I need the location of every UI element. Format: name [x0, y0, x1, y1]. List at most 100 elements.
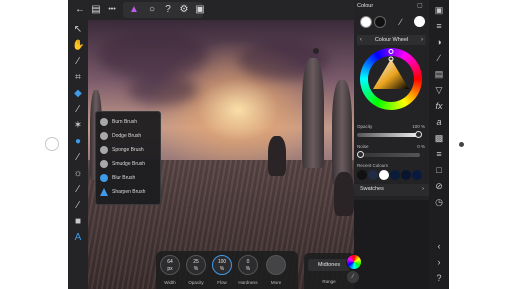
layout-icon[interactable]: ▣ — [194, 4, 206, 16]
hardness-label: Hardness — [238, 280, 258, 285]
chevron-right-icon: › — [422, 186, 424, 192]
current-colour-icon[interactable] — [414, 16, 425, 27]
affinity-persona-icon[interactable]: ▲ — [128, 4, 140, 16]
opacity-slider-handle[interactable] — [415, 131, 422, 138]
midtones-dropdown[interactable]: Midtones — [308, 259, 350, 271]
opacity-label: Opacity — [357, 124, 373, 129]
panel-title: Colour — [357, 3, 374, 9]
noise-slider-handle[interactable] — [357, 151, 364, 158]
recent-colour-swatch[interactable] — [368, 170, 378, 180]
camera-icon — [459, 142, 464, 147]
selection-brush-icon[interactable]: ∕ — [72, 56, 84, 68]
recent-colours — [357, 170, 426, 180]
back-icon[interactable]: ← — [74, 4, 86, 16]
brushes-icon[interactable]: ∕ — [433, 52, 445, 64]
colour-picker-icon[interactable]: ∕ — [72, 184, 84, 196]
adjustment-icon[interactable]: ◑ — [433, 36, 445, 48]
bird-silhouette — [313, 48, 319, 54]
noise-label: Noise — [357, 144, 369, 149]
text-icon[interactable]: A — [72, 232, 84, 244]
brush-studio-icon[interactable]: ▣ — [433, 4, 445, 16]
opacity-slider[interactable] — [357, 133, 420, 137]
flow-dial[interactable]: 100% — [212, 255, 232, 275]
context-toolbar: 64 px Width 25% Opacity 100% Flow 0% Hard… — [156, 251, 298, 289]
navigation-left-icon[interactable]: ‹ — [433, 240, 445, 252]
recent-colour-swatch[interactable] — [357, 170, 367, 180]
hardness-dial[interactable]: 0% — [238, 255, 258, 275]
brush-icon[interactable]: ∕ — [72, 104, 84, 116]
eyedropper-icon[interactable]: ∕ — [400, 16, 402, 28]
edit-icon[interactable]: ∕ — [347, 271, 359, 283]
shape-icon[interactable]: ■ — [72, 216, 84, 228]
help-icon[interactable]: ? — [433, 272, 445, 284]
navigator-icon[interactable]: ⊘ — [433, 180, 445, 192]
hand-icon[interactable]: ✋ — [72, 40, 84, 52]
more-icon[interactable]: ••• — [106, 4, 118, 16]
list-item[interactable]: Sponge Brush — [100, 144, 158, 156]
smudge-icon[interactable]: ☼ — [72, 168, 84, 180]
clone-icon[interactable]: ✶ — [72, 120, 84, 132]
text-style-icon[interactable]: a — [433, 116, 445, 128]
lasso-icon[interactable]: ○ — [146, 4, 158, 16]
home-button[interactable] — [45, 137, 59, 151]
blur-brush-icon — [100, 174, 108, 182]
layers-icon[interactable]: ≡ — [433, 20, 445, 32]
list-item[interactable]: Smudge Brush — [100, 158, 158, 170]
smudge-brush-icon — [100, 160, 108, 168]
list-item[interactable]: Sharpen Brush — [100, 186, 158, 198]
figure-silhouette — [268, 136, 286, 176]
more-label: More — [270, 280, 282, 285]
range-label: Range — [322, 279, 336, 284]
crop-icon[interactable]: ⌗ — [72, 72, 84, 84]
effects-icon[interactable]: ▤ — [433, 68, 445, 80]
history-icon[interactable]: □ — [433, 164, 445, 176]
clock-icon[interactable]: ◷ — [433, 196, 445, 208]
flow-label: Flow — [217, 280, 227, 285]
colour-wheel[interactable] — [360, 48, 422, 110]
width-dial[interactable]: 64 px — [160, 255, 180, 275]
eyedropper-icon[interactable]: ∕ — [72, 200, 84, 212]
move-icon[interactable]: ↖ — [72, 24, 84, 36]
brush-popup: Burn Brush Dodge Brush Sponge Brush Smud… — [95, 111, 161, 205]
burn-brush-icon — [100, 118, 108, 126]
recent-colour-swatch[interactable] — [412, 170, 422, 180]
transform-icon[interactable]: ≡ — [433, 148, 445, 160]
fx-icon[interactable]: fx — [433, 100, 445, 112]
panel-menu-icon[interactable]: ▢ — [417, 3, 425, 10]
secondary-colour-icon[interactable] — [374, 16, 386, 28]
colour-mode-dropdown[interactable]: ‹ Colour Wheel › — [357, 35, 426, 45]
navigation-right-icon[interactable]: › — [433, 256, 445, 268]
flood-fill-icon[interactable]: ◆ — [72, 88, 84, 100]
figure-silhouette — [334, 172, 354, 216]
list-item[interactable]: Burn Brush — [100, 116, 158, 128]
opacity-value: 100 % — [412, 124, 425, 129]
width-label: Width — [164, 280, 176, 285]
recent-colour-swatch[interactable] — [390, 170, 400, 180]
tablet-frame: ← ▤ ••• ▲ ○ ? ⚙ ▣ ↖ ✋ ∕ ⌗ ◆ ∕ ✶ ● ∕ ☼ ∕ … — [0, 0, 516, 289]
document-icon[interactable]: ▤ — [90, 4, 102, 16]
primary-colour-icon[interactable] — [360, 16, 372, 28]
sharpen-brush-icon — [100, 188, 108, 196]
opacity-dial[interactable]: 25% — [186, 255, 206, 275]
list-item[interactable]: Blur Brush — [100, 172, 158, 184]
noise-slider[interactable] — [357, 153, 420, 157]
list-item[interactable]: Dodge Brush — [100, 130, 158, 142]
recent-colour-swatch[interactable] — [379, 170, 389, 180]
recent-colours-label: Recent Colours — [357, 163, 389, 168]
colour-chip-icon[interactable] — [346, 254, 362, 270]
more-dial[interactable] — [266, 255, 286, 275]
recent-colour-swatch[interactable] — [401, 170, 411, 180]
channels-icon[interactable]: ▽ — [433, 84, 445, 96]
studio-tabs: ▣ ≡ ◑ ∕ ▤ ▽ fx a ▩ ≡ □ ⊘ ◷ ‹ › ? — [429, 0, 449, 289]
swatches-row[interactable]: Swatches › — [354, 184, 429, 196]
tools-panel: ↖ ✋ ∕ ⌗ ◆ ∕ ✶ ● ∕ ☼ ∕ ∕ ■ A — [68, 20, 88, 289]
top-toolbar: ← ▤ ••• ▲ ○ ? ⚙ ▣ — [68, 0, 354, 20]
stock-icon[interactable]: ▩ — [433, 132, 445, 144]
sponge-brush-icon — [100, 146, 108, 154]
settings-icon[interactable]: ⚙ — [178, 4, 190, 16]
app-screen: ← ▤ ••• ▲ ○ ? ⚙ ▣ ↖ ✋ ∕ ⌗ ◆ ∕ ✶ ● ∕ ☼ ∕ … — [68, 0, 449, 289]
help-icon[interactable]: ? — [162, 4, 174, 16]
dodge-icon[interactable]: ● — [72, 136, 84, 148]
colour-swatch-row: ∕ — [354, 12, 429, 32]
retouch-icon[interactable]: ∕ — [72, 152, 84, 164]
